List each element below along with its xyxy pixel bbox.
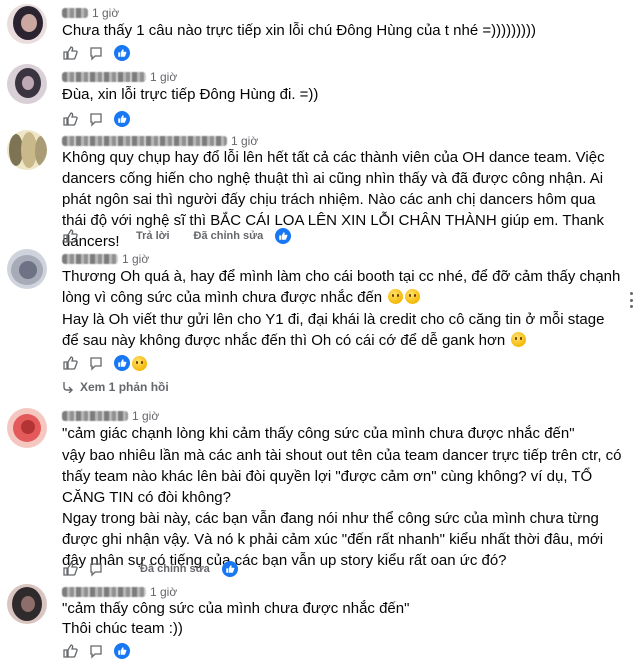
author-name-redacted[interactable] — [62, 8, 88, 18]
like-reaction-icon[interactable] — [114, 355, 130, 371]
comment-meta: 1 giờ — [62, 6, 119, 20]
view-replies-label[interactable]: Xem 1 phản hồi — [80, 380, 169, 394]
comment-actions — [62, 355, 147, 371]
avatar[interactable] — [7, 4, 47, 44]
like-icon[interactable] — [62, 355, 78, 371]
comment-actions — [62, 111, 130, 127]
avatar[interactable] — [7, 130, 47, 170]
like-reaction-icon[interactable] — [221, 561, 238, 577]
more-options-icon[interactable] — [630, 292, 634, 308]
comment-text: "cảm giác chạnh lòng khi cảm thấy công s… — [62, 425, 575, 442]
like-reaction-icon[interactable] — [114, 45, 130, 61]
like-icon[interactable] — [62, 643, 78, 659]
like-icon[interactable] — [62, 111, 78, 127]
like-icon[interactable] — [62, 228, 78, 244]
comment-meta: 1 giờ — [62, 134, 258, 148]
comment-meta: 1 giờ — [62, 409, 159, 423]
comment-text: Chưa thấy 1 câu nào trực tiếp xin lỗi ch… — [62, 22, 537, 39]
author-name-redacted[interactable] — [62, 587, 146, 597]
author-name-redacted[interactable] — [62, 254, 118, 264]
comment-text: vậy bao nhiêu lần mà các anh tài shout o… — [62, 447, 622, 506]
like-reaction-icon[interactable] — [114, 111, 130, 127]
comment-text: "cảm thấy công sức của mình chưa được nh… — [62, 600, 410, 617]
avatar[interactable] — [7, 584, 47, 624]
comment-text: Thôi chúc team :)) — [62, 620, 183, 637]
comment-text: Hay là Oh viết thư gửi lên cho Y1 đi, đạ… — [62, 309, 622, 351]
avatar[interactable] — [7, 64, 47, 104]
comment-text: Thương Oh quá à, hay để mình làm cho cái… — [62, 266, 622, 308]
grimace-emoji-icon — [511, 332, 527, 347]
upside-down-emoji-icon — [405, 289, 421, 304]
comment-icon[interactable] — [88, 643, 104, 659]
comment-meta: 1 giờ — [62, 252, 149, 266]
like-reaction-icon[interactable] — [114, 643, 130, 659]
comment-icon[interactable] — [88, 355, 104, 371]
comment-actions: Trả lời Đã chỉnh sửa — [62, 228, 292, 244]
comment-actions — [62, 45, 130, 61]
edited-label: Đã chỉnh sửa — [193, 230, 264, 242]
author-name-redacted[interactable] — [62, 411, 128, 421]
haha-reaction-icon[interactable] — [132, 355, 147, 371]
comment-actions: Đã chỉnh sửa — [62, 561, 238, 577]
author-name-redacted[interactable] — [62, 136, 227, 146]
timestamp[interactable]: 1 giờ — [150, 70, 177, 84]
smile-emoji-icon — [388, 289, 404, 304]
like-reaction-icon[interactable] — [275, 228, 292, 244]
timestamp[interactable]: 1 giờ — [231, 134, 258, 148]
timestamp[interactable]: 1 giờ — [132, 409, 159, 423]
reply-button[interactable]: Trả lời — [136, 230, 170, 242]
comment-meta: 1 giờ — [62, 70, 177, 84]
avatar[interactable] — [7, 408, 47, 448]
comment-icon[interactable] — [88, 45, 104, 61]
timestamp[interactable]: 1 giờ — [122, 252, 149, 266]
avatar[interactable] — [7, 249, 47, 289]
comment-text-part: Thương Oh quá à, hay để mình làm cho cái… — [62, 268, 621, 306]
view-replies-link[interactable]: Xem 1 phản hồi — [62, 380, 169, 394]
reply-arrow-icon — [63, 382, 73, 393]
comment-icon[interactable] — [88, 111, 104, 127]
author-name-redacted[interactable] — [62, 72, 146, 82]
comment-actions — [62, 643, 130, 659]
timestamp[interactable]: 1 giờ — [150, 585, 177, 599]
like-icon[interactable] — [62, 45, 78, 61]
comment-meta: 1 giờ — [62, 585, 177, 599]
edited-label: Đã chỉnh sửa — [140, 563, 210, 575]
like-icon[interactable] — [62, 561, 78, 577]
comment-icon[interactable] — [88, 561, 104, 577]
timestamp[interactable]: 1 giờ — [92, 6, 119, 20]
comment-text: Đùa, xin lỗi trực tiếp Đông Hùng đi. =)) — [62, 86, 319, 103]
